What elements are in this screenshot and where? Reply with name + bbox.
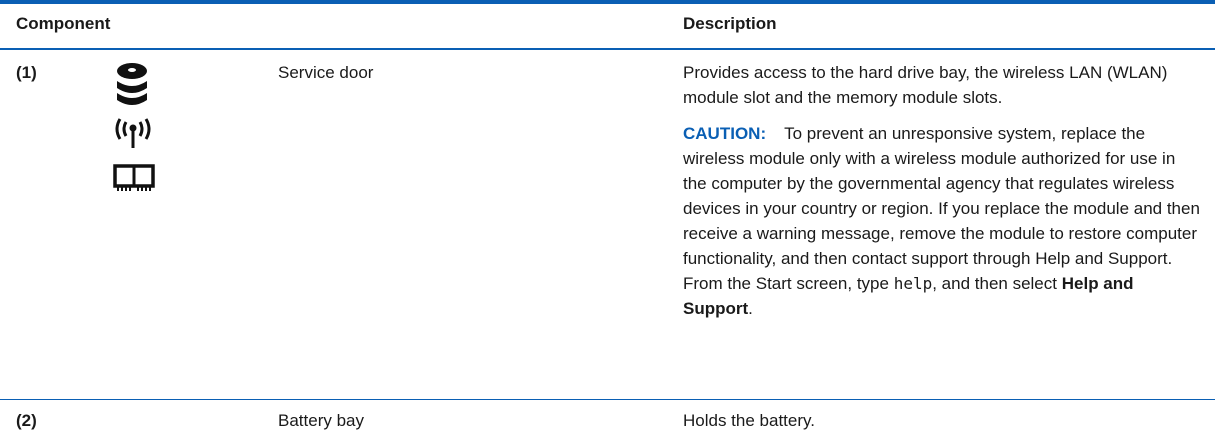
row-divider (0, 399, 1215, 400)
row-1-component-name: Service door (278, 63, 374, 82)
column-header-component: Component (16, 14, 111, 33)
caution-code: help (893, 274, 933, 293)
row-1-description-text: Provides access to the hard drive bay, t… (683, 63, 1168, 107)
caution-text: To prevent an unresponsive system, repla… (683, 124, 1200, 293)
caution-label: CAUTION: (683, 124, 767, 143)
row-1-number: (1) (16, 63, 37, 82)
hard-drive-icon (117, 63, 147, 105)
memory-module-icon (113, 164, 155, 191)
column-header-description: Description (683, 14, 777, 33)
header-rule (0, 48, 1215, 50)
row-2-number: (2) (16, 411, 37, 430)
caution-note: CAUTION: To prevent an unresponsive syste… (683, 121, 1203, 321)
wireless-antenna-icon (115, 118, 151, 148)
row-1-description: Provides access to the hard drive bay, t… (683, 60, 1203, 110)
caution-end: . (748, 299, 753, 318)
row-2-component-name: Battery bay (278, 411, 364, 430)
table-top-rule (0, 0, 1215, 4)
caution-mid: , and then select (932, 274, 1057, 293)
row-2-description: Holds the battery. (683, 411, 815, 430)
